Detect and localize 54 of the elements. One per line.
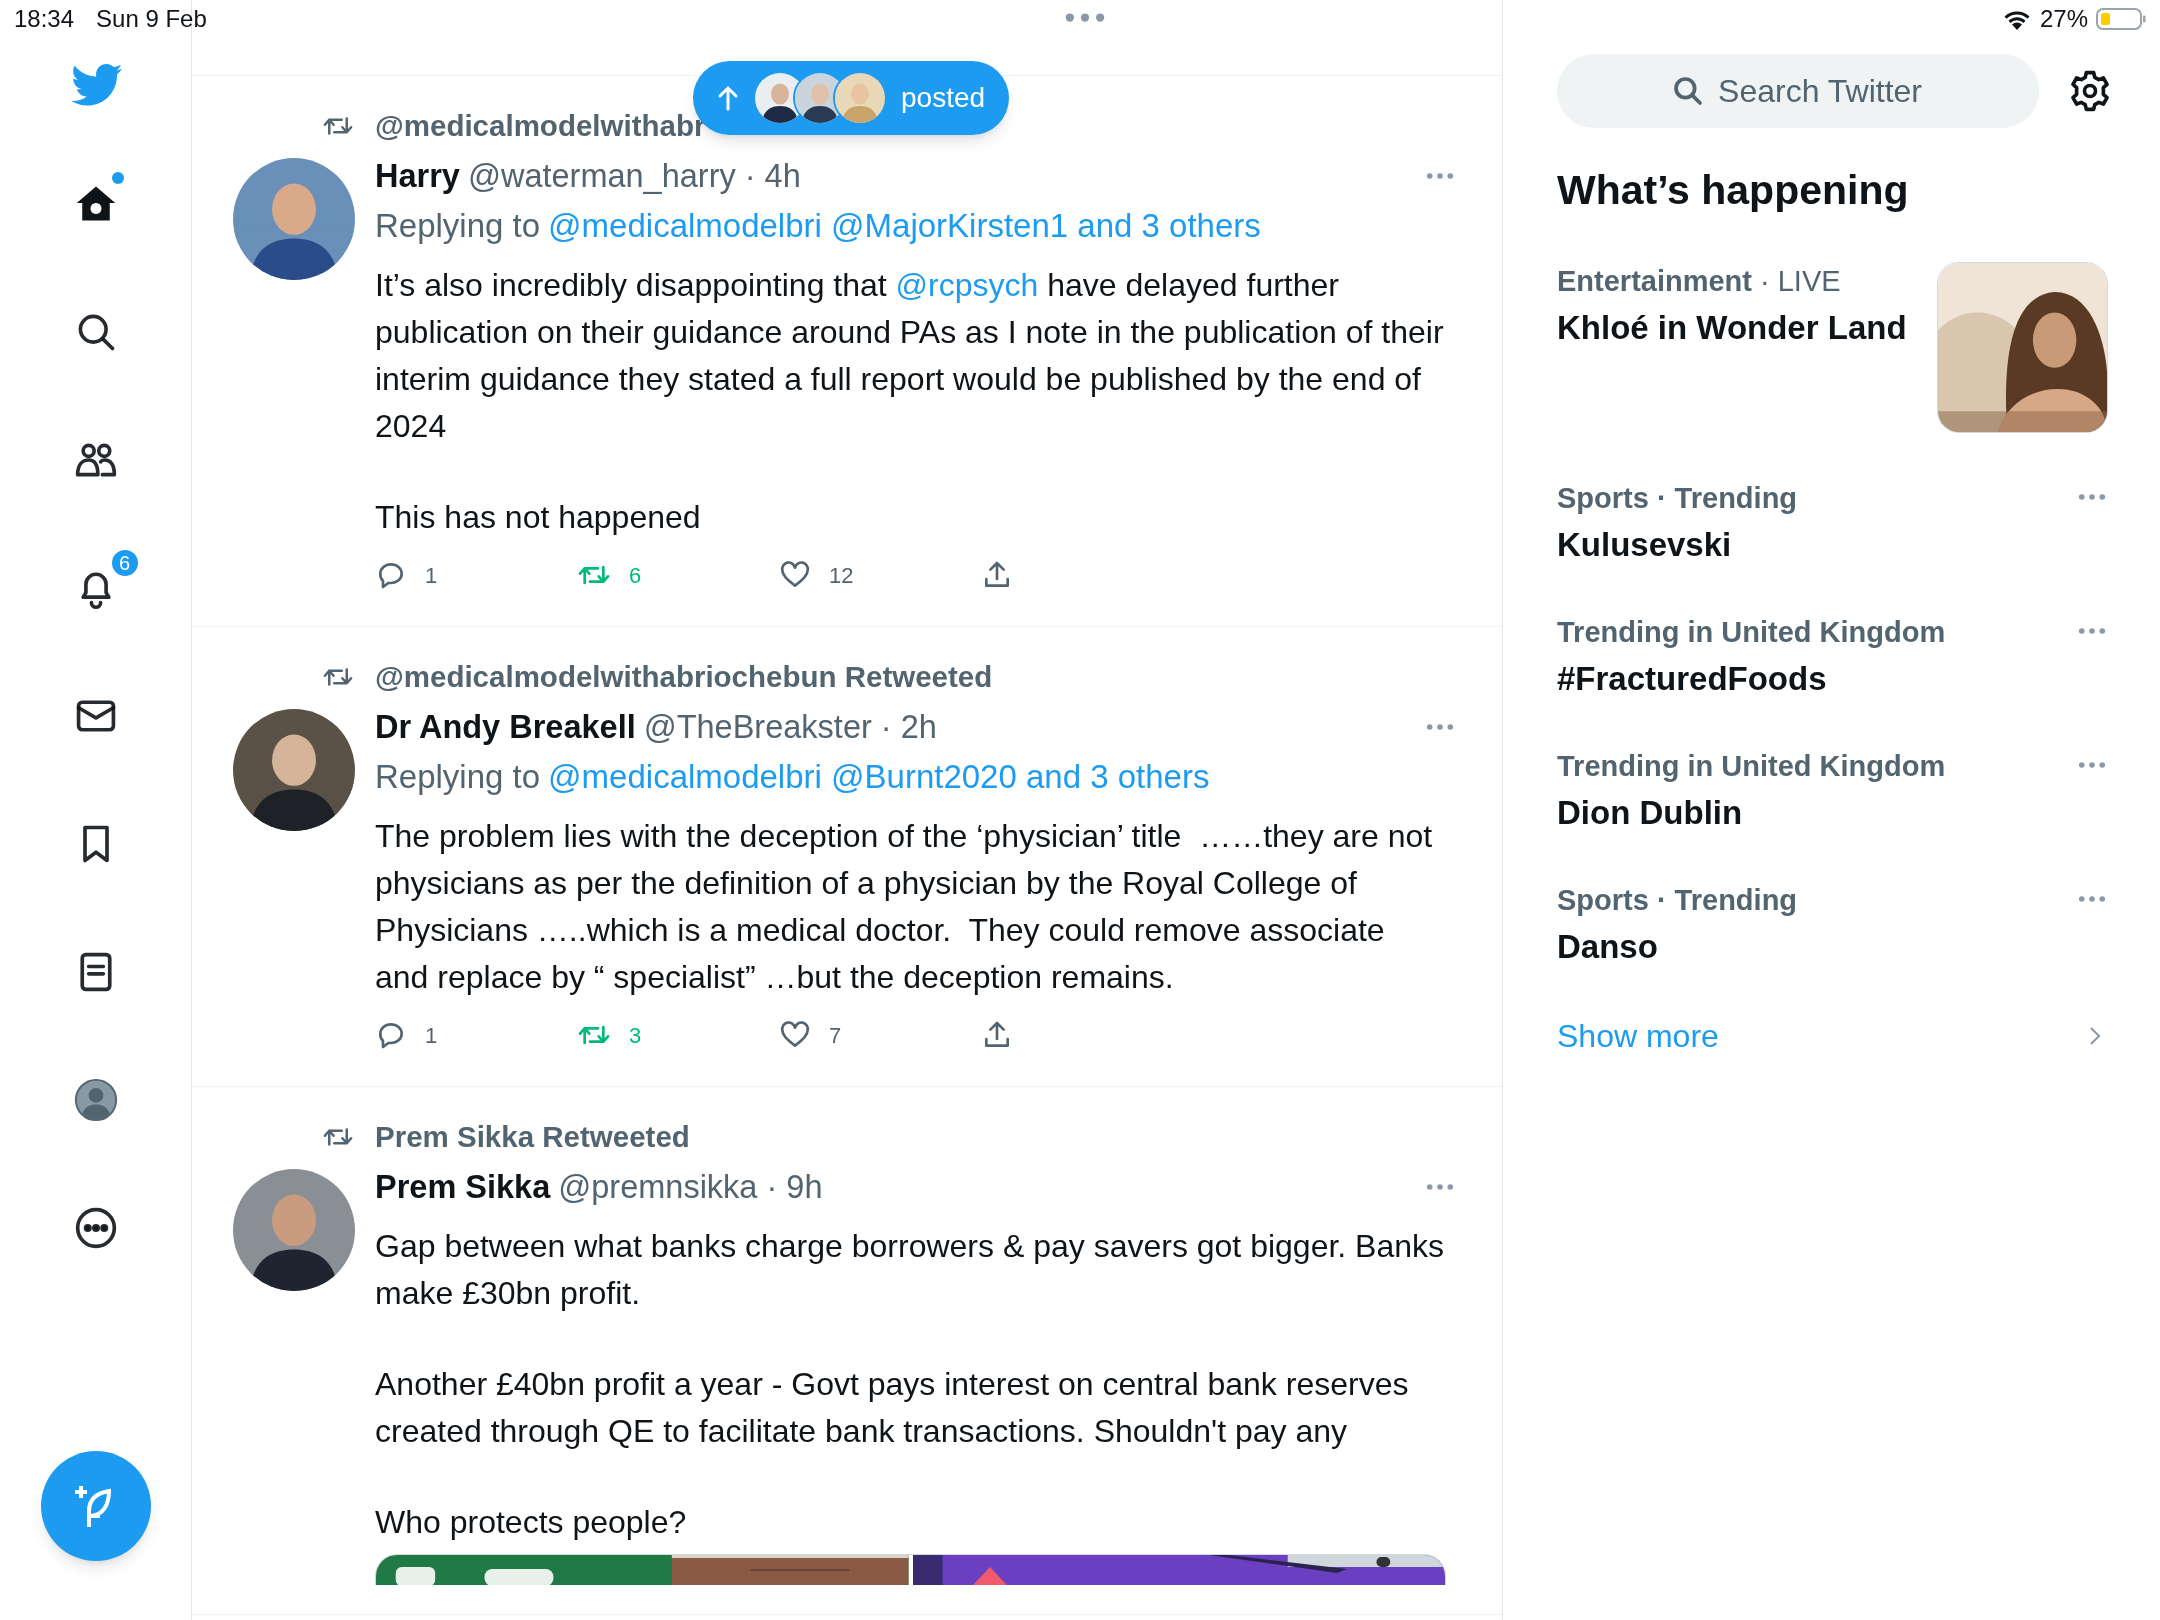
author-name[interactable]: Harry xyxy=(375,151,460,201)
more-icon xyxy=(1064,12,1106,23)
handle-and-time: @premnsikka · 9h xyxy=(558,1167,823,1207)
live-label: · LIVE xyxy=(1760,264,1841,300)
search-field[interactable]: Search Twitter xyxy=(1557,54,2039,128)
retweeted-by-label: @medicalmodelwithabriochebun Retweeted xyxy=(375,658,993,695)
more-icon xyxy=(1426,172,1454,180)
trend-category: Trending in United Kingdom xyxy=(1557,615,1946,651)
search-icon xyxy=(1672,75,1704,107)
tweet-text: Another £40bn profit a year - Govt pays interest on central bank reserves created through QE to facilitate bank transactions. Shouldn't pay any xyxy=(375,1365,1410,1451)
more-icon xyxy=(1426,1183,1454,1191)
battery-percent: 27% xyxy=(2039,4,2088,34)
tweet-text: Gap between what banks charge borrowers & pay savers got bigger. Banks make £30bn profit. xyxy=(375,1227,1446,1313)
wifi-icon xyxy=(2001,8,2032,30)
arrow-up-icon xyxy=(717,85,739,111)
tweet-text: This has not happened xyxy=(375,498,702,537)
more-icon xyxy=(2078,493,2106,501)
trend-category: Trending in United Kingdom xyxy=(1557,749,1946,785)
trend-title[interactable]: Danso xyxy=(1557,924,2078,969)
trend-category: Entertainment xyxy=(1557,264,1752,300)
handle-and-time: @TheBreakster · 2h xyxy=(643,707,937,747)
author-name[interactable]: Prem Sikka xyxy=(375,1162,551,1212)
trend-category: Sports · Trending xyxy=(1557,481,1798,517)
section-heading: What’s happening xyxy=(1557,166,1910,215)
reply-button[interactable]: 1 xyxy=(375,1018,577,1052)
trend-title[interactable]: Khloé in Wonder Land xyxy=(1557,305,1937,350)
trend-title[interactable]: Kulusevski xyxy=(1557,522,2078,567)
handle-and-time: @waterman_harry · 4h xyxy=(467,156,801,196)
retweeted-by-label: Prem Sikka Retweeted xyxy=(375,1118,690,1155)
like-button[interactable]: 7 xyxy=(779,1018,981,1052)
trend-title[interactable]: Dion Dublin xyxy=(1557,790,2078,835)
more-icon xyxy=(73,1206,118,1250)
trend-category: Sports · Trending xyxy=(1557,883,1798,919)
settings-icon xyxy=(2068,69,2112,113)
more-icon xyxy=(1426,723,1454,731)
chevron-right-icon xyxy=(2088,1025,2102,1047)
replying-to-label: Replying to xyxy=(375,757,541,798)
settings-button[interactable] xyxy=(2068,69,2112,113)
like-button[interactable]: 12 xyxy=(779,558,981,592)
more-icon xyxy=(2078,761,2106,769)
battery-icon xyxy=(2096,7,2146,31)
date: Sun 9 Feb xyxy=(96,4,207,34)
profile-icon xyxy=(73,1078,118,1122)
notification-badge: 6 xyxy=(109,548,140,578)
tweet-text: The problem lies with the deception of the ‘physician’ title ……they are not physicians as per the definition of a physician by the Royal College of Physicians …..which is a medical doctor. They could remove associate and replace by “ specialist” …but the deception remains. xyxy=(375,817,1434,997)
clock-time: 18:34 xyxy=(14,4,75,34)
replying-to-label: Replying to xyxy=(375,206,541,247)
more-icon xyxy=(2078,627,2106,635)
trend-title[interactable]: #FracturedFoods xyxy=(1557,656,2078,701)
more-icon xyxy=(2078,895,2106,903)
tweet-text: It’s also incredibly disappointing that @rcpsych have delayed further publication on their guidance around PAs as I note in the publication of their interim guidance they stated a full report would be published by the end of 2024 xyxy=(375,266,1445,446)
reply-button[interactable]: 1 xyxy=(375,558,577,592)
author-name[interactable]: Dr Andy Breakell xyxy=(375,702,636,752)
tweet-text: Who protects people? xyxy=(375,1503,688,1542)
